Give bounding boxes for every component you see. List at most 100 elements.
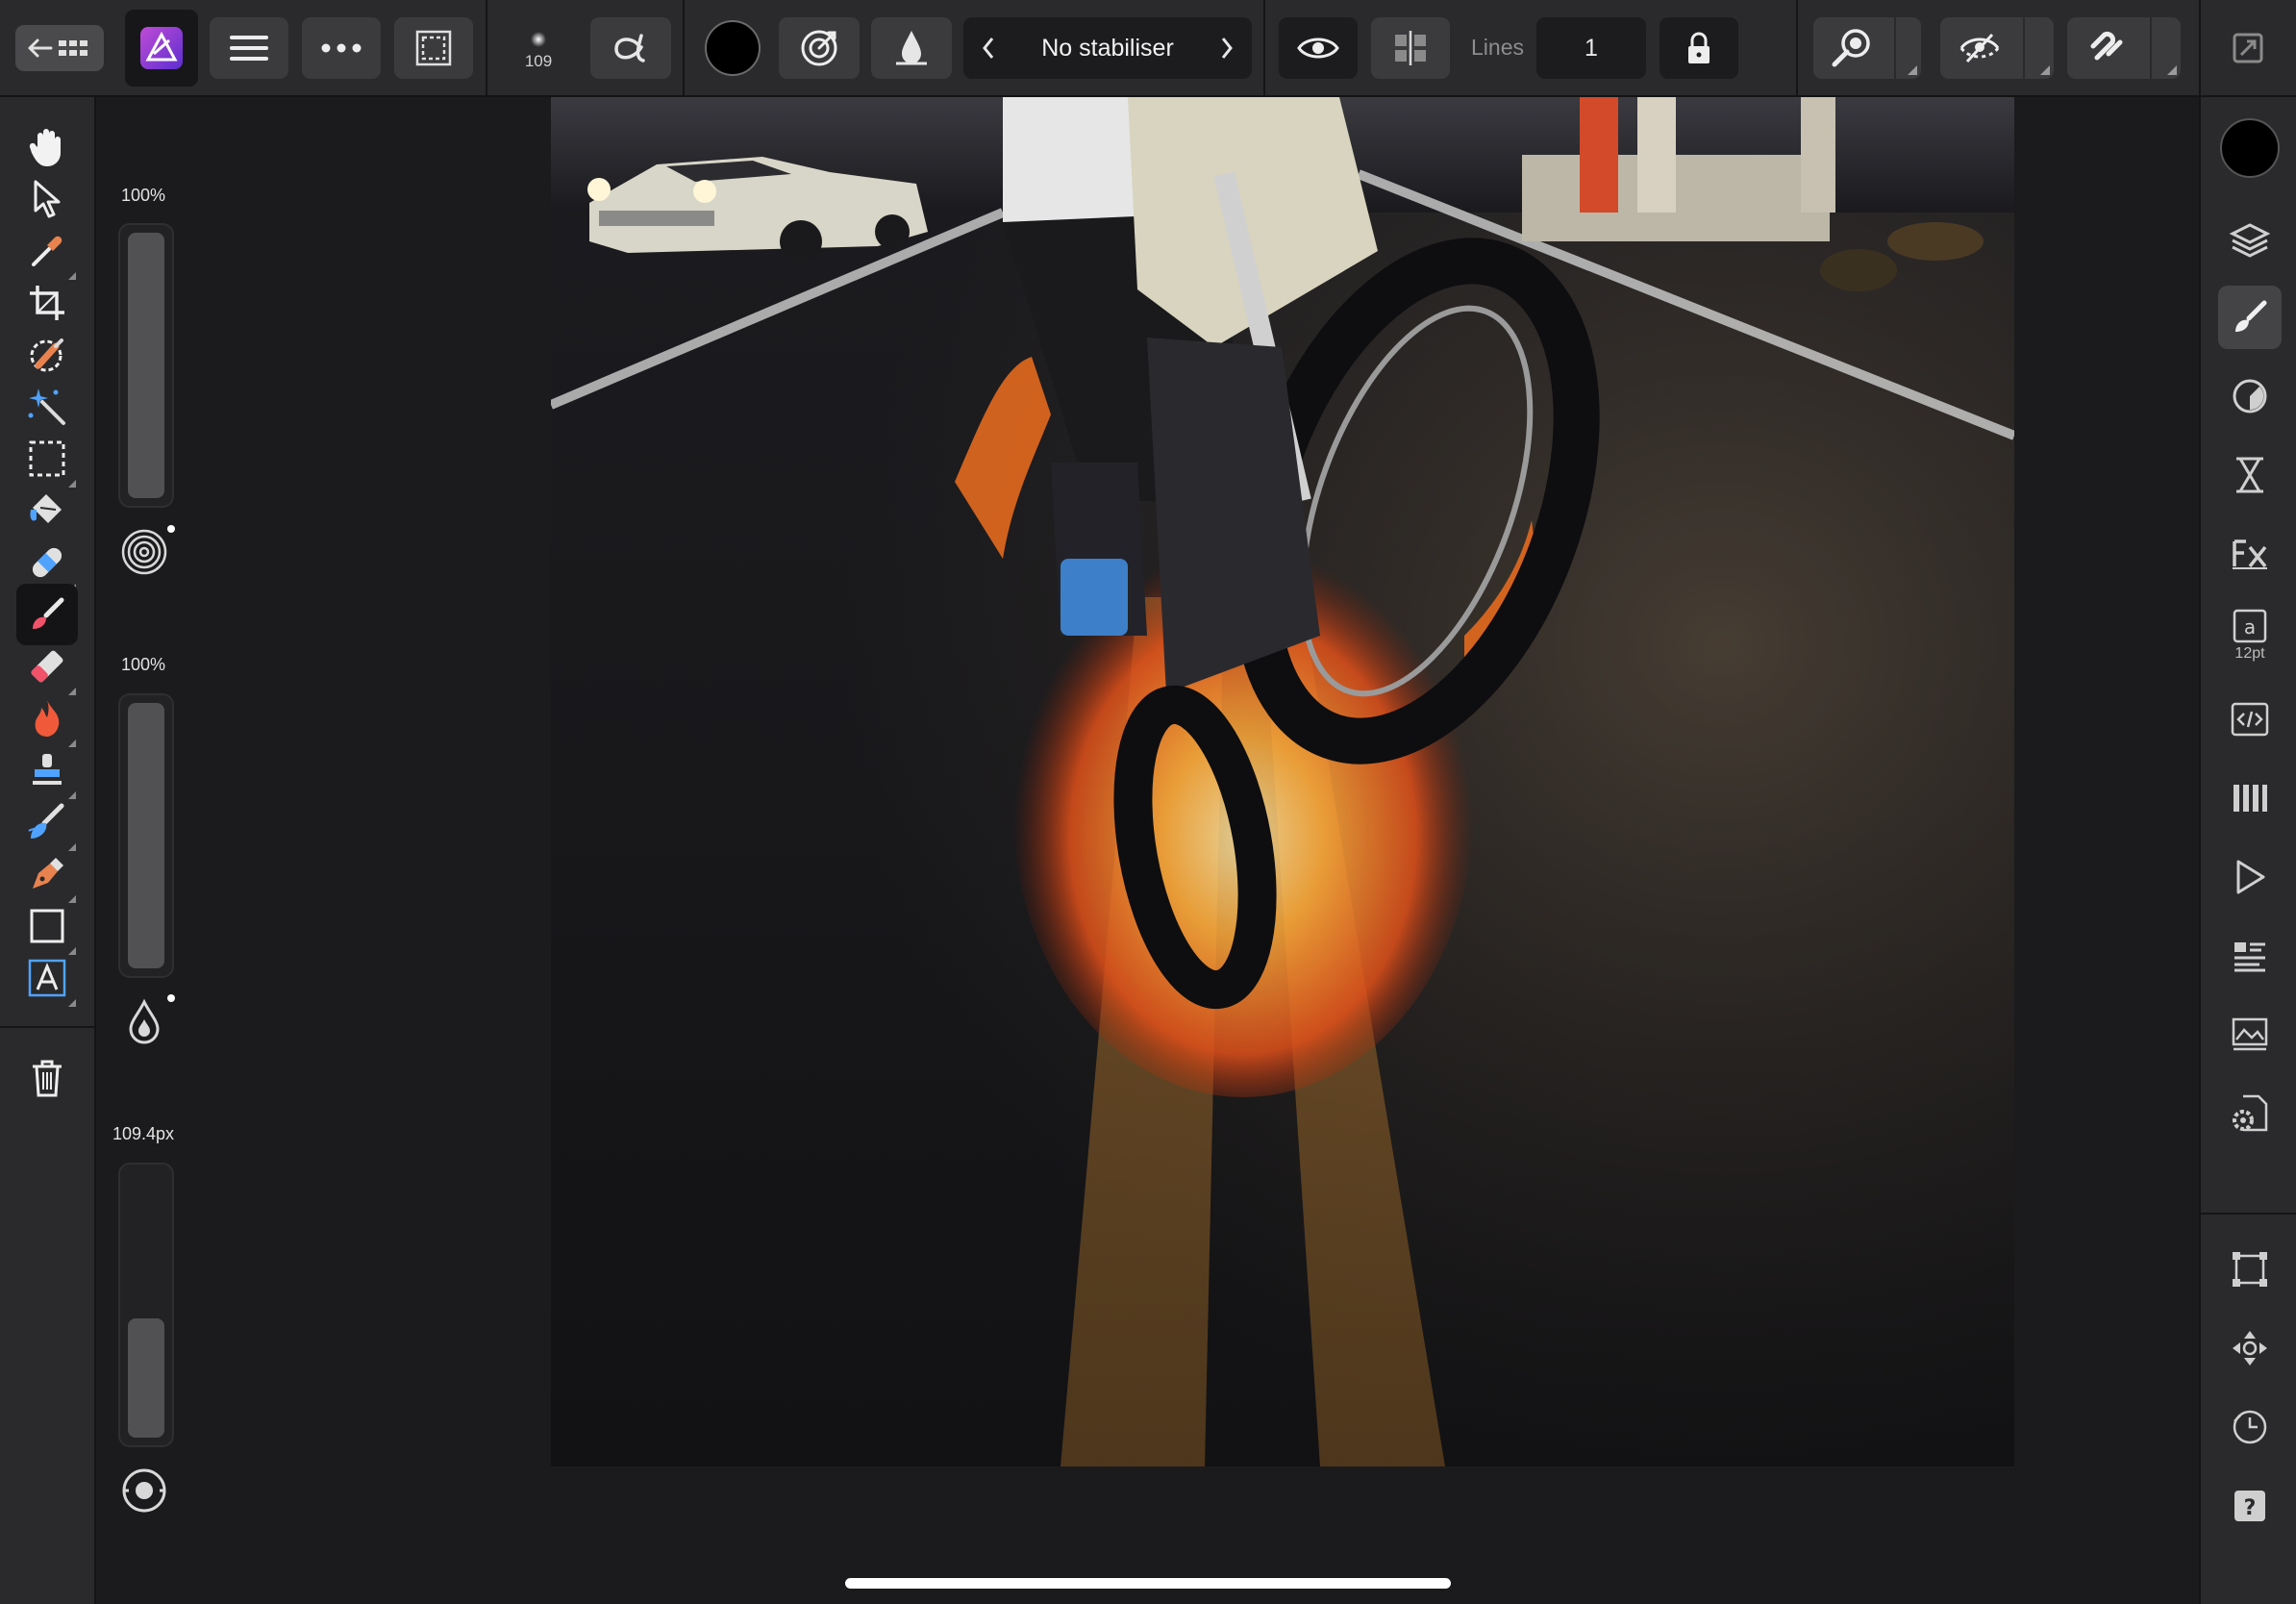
rectangle-icon bbox=[30, 909, 64, 943]
toolbar-divider bbox=[1263, 0, 1265, 95]
colour-swatch-button[interactable] bbox=[698, 17, 767, 79]
view-mode-button[interactable] bbox=[1940, 17, 2054, 79]
smudge-icon bbox=[28, 803, 64, 839]
tools-panel bbox=[0, 97, 96, 1604]
lock-icon bbox=[1688, 32, 1710, 63]
svg-text:a: a bbox=[2244, 615, 2256, 639]
stabiliser-control[interactable]: No stabiliser bbox=[963, 17, 1252, 79]
lines-label: Lines bbox=[1471, 35, 1524, 60]
layers-panel-button[interactable] bbox=[2218, 209, 2282, 272]
eyedropper-icon bbox=[32, 236, 62, 266]
opacity-indicator-dot bbox=[167, 525, 175, 533]
lines-field[interactable]: 1 bbox=[1536, 17, 1646, 79]
opacity-button[interactable] bbox=[119, 527, 169, 577]
channels-panel-button[interactable] bbox=[2218, 766, 2282, 830]
stabiliser-label: No stabiliser bbox=[1041, 34, 1174, 62]
studio-panels-bar: a 12pt ? bbox=[2199, 97, 2296, 1604]
chevron-right-icon[interactable] bbox=[1219, 36, 1235, 61]
visibility-toggle[interactable] bbox=[1279, 17, 1358, 79]
eye-icon bbox=[1297, 38, 1339, 59]
chevron-left-icon[interactable] bbox=[981, 36, 996, 61]
app-persona-button[interactable] bbox=[125, 10, 198, 87]
symmetry-button[interactable] bbox=[1371, 17, 1450, 79]
menu-button[interactable] bbox=[210, 17, 288, 79]
document-canvas[interactable] bbox=[551, 97, 2014, 1466]
circle-target-icon bbox=[122, 1468, 166, 1513]
delete-tool[interactable] bbox=[16, 1047, 78, 1109]
marquee-icon bbox=[29, 440, 65, 477]
eraser-icon bbox=[31, 650, 63, 683]
snapping-button[interactable] bbox=[2067, 17, 2181, 79]
move-arrows-icon bbox=[2233, 1331, 2267, 1366]
stock-panel-button[interactable] bbox=[2218, 1003, 2282, 1066]
toolbar-divider bbox=[1796, 0, 1798, 95]
hand-icon bbox=[29, 129, 62, 166]
timer-panel-button[interactable] bbox=[2218, 1395, 2282, 1459]
loupe-button[interactable] bbox=[1813, 17, 1921, 79]
macro-panel-button[interactable] bbox=[2218, 688, 2282, 751]
brush-size-button[interactable]: 109 bbox=[498, 17, 579, 79]
brush-panel-icon bbox=[2235, 300, 2267, 332]
stamp-icon bbox=[33, 754, 62, 785]
colour-disc-icon bbox=[2220, 118, 2280, 178]
channels-icon bbox=[2234, 785, 2267, 812]
help-icon: ? bbox=[2234, 1491, 2265, 1521]
home-indicator[interactable] bbox=[845, 1578, 1451, 1589]
play-icon bbox=[2236, 860, 2265, 894]
help-panel-button[interactable]: ? bbox=[2218, 1474, 2282, 1538]
brush-alpha-button[interactable] bbox=[590, 17, 671, 79]
hourglass-icon bbox=[2236, 457, 2263, 493]
brushes-panel-button[interactable] bbox=[2218, 286, 2282, 349]
text-frame-icon bbox=[28, 959, 66, 997]
selection-brush-icon bbox=[30, 338, 63, 372]
fx-icon bbox=[2233, 539, 2267, 569]
colour-picker-button[interactable] bbox=[779, 17, 860, 79]
expand-icon bbox=[2233, 33, 2263, 63]
document-settings-panel-button[interactable] bbox=[2218, 1082, 2282, 1145]
magic-wand-icon bbox=[28, 388, 65, 425]
drop-icon bbox=[129, 998, 160, 1044]
magnet-icon bbox=[2090, 31, 2123, 61]
flow-slider[interactable] bbox=[118, 693, 174, 978]
blend-mode-button[interactable] bbox=[871, 17, 952, 79]
alpha-icon bbox=[614, 34, 645, 63]
history-panel-button[interactable] bbox=[2218, 443, 2282, 507]
clock-icon bbox=[2233, 1410, 2267, 1444]
transform-panel-button[interactable] bbox=[2218, 1238, 2282, 1301]
pen-nib-icon bbox=[33, 858, 63, 889]
toolbar-divider bbox=[2199, 0, 2201, 95]
flow-button[interactable] bbox=[119, 996, 169, 1046]
tools-divider bbox=[0, 1026, 94, 1028]
flame-icon bbox=[35, 700, 60, 737]
info-panel-button[interactable] bbox=[2218, 924, 2282, 988]
opacity-slider[interactable] bbox=[118, 223, 174, 508]
selection-button[interactable] bbox=[394, 17, 473, 79]
fx-panel-button[interactable] bbox=[2218, 522, 2282, 586]
navigator-panel-button[interactable] bbox=[2218, 1316, 2282, 1380]
spiral-icon bbox=[121, 529, 167, 575]
hamburger-icon bbox=[230, 36, 268, 61]
lines-value: 1 bbox=[1585, 34, 1598, 62]
paint-brush-icon bbox=[33, 597, 64, 629]
lock-button[interactable] bbox=[1660, 17, 1738, 79]
more-button[interactable] bbox=[302, 17, 381, 79]
width-slider-fill bbox=[128, 1318, 164, 1438]
fullscreen-button[interactable] bbox=[2219, 17, 2277, 79]
symmetry-icon bbox=[1395, 31, 1426, 65]
home-button[interactable] bbox=[15, 25, 104, 71]
colour-panel-button[interactable] bbox=[2218, 116, 2282, 180]
hidden-eye-icon bbox=[1959, 33, 2000, 63]
play-panel-button[interactable] bbox=[2218, 845, 2282, 909]
list-icon bbox=[2234, 942, 2265, 972]
width-slider[interactable] bbox=[118, 1163, 174, 1447]
character-panel-button[interactable]: a 12pt bbox=[2218, 599, 2282, 672]
text-tool[interactable] bbox=[16, 947, 78, 1009]
width-label: 109.4px bbox=[112, 1124, 175, 1143]
opacity-label: 100% bbox=[120, 186, 166, 205]
width-button[interactable] bbox=[119, 1466, 169, 1516]
flow-slider-fill bbox=[128, 703, 164, 968]
adjustments-panel-button[interactable] bbox=[2218, 364, 2282, 428]
ellipsis-icon bbox=[321, 43, 362, 53]
paint-bucket-icon bbox=[30, 494, 62, 523]
loupe-icon bbox=[1832, 29, 1870, 67]
